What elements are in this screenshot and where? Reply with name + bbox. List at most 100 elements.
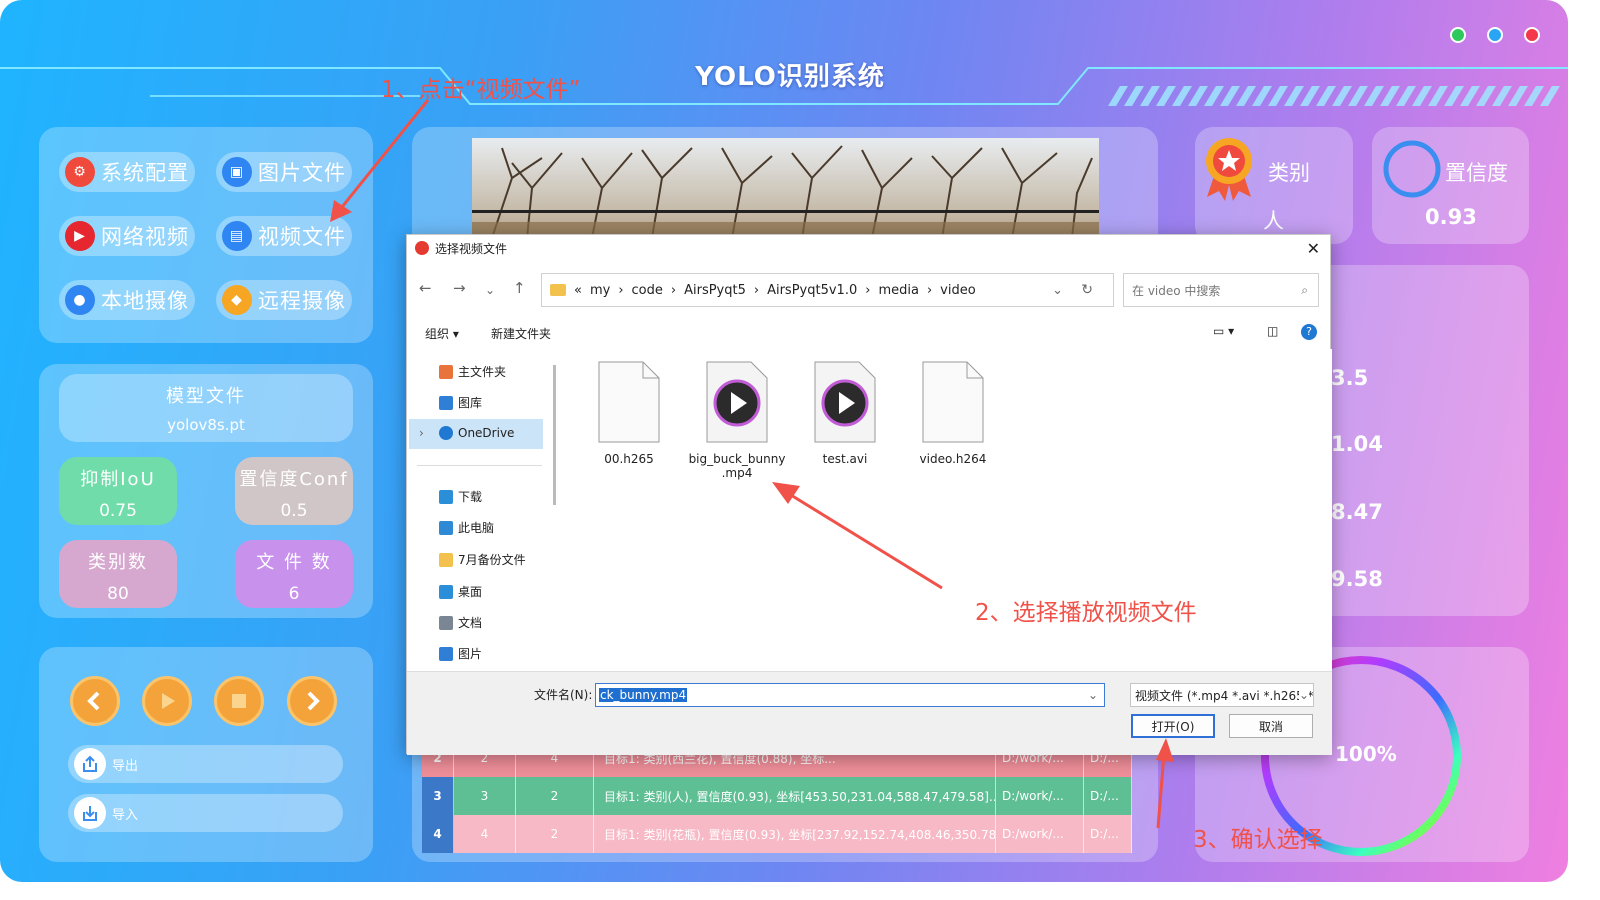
- sidebar-item-onedrive[interactable]: › OneDrive: [419, 426, 515, 440]
- camera-icon: ●: [65, 285, 95, 315]
- sidebar-item-pictures[interactable]: 图片: [439, 645, 482, 662]
- breadcrumb-item[interactable]: AirsPyqt5v1.0: [767, 283, 857, 298]
- local-camera-button[interactable]: ● 本地摄像: [59, 280, 195, 320]
- search-icon[interactable]: ⌕: [1301, 283, 1308, 298]
- filename-value: ck_bunny.mp4: [599, 688, 688, 702]
- breadcrumb-item[interactable]: code: [632, 283, 663, 298]
- sidebar-item-pc[interactable]: 此电脑: [439, 519, 494, 536]
- row-path2: D:/...: [1084, 777, 1132, 815]
- iou-tile[interactable]: 抑制IoU 0.75: [59, 457, 177, 525]
- close-icon[interactable]: [1524, 27, 1540, 43]
- file-type-select[interactable]: 视频文件 (*.mp4 *.avi *.h265 * ⌄: [1130, 683, 1314, 707]
- sidebar-item-downloads[interactable]: 下载: [439, 488, 482, 505]
- maximize-icon[interactable]: [1487, 27, 1503, 43]
- file-count-value: 6: [288, 584, 300, 604]
- annotation-step3: 3、确认选择: [1193, 827, 1323, 853]
- new-folder-button[interactable]: 新建文件夹: [491, 325, 551, 342]
- dialog-close-icon[interactable]: ✕: [1307, 239, 1320, 258]
- system-config-label: 系统配置: [101, 161, 189, 185]
- breadcrumb-item[interactable]: media: [878, 283, 919, 298]
- row-path: D:/work/...: [996, 777, 1084, 815]
- file-type-value: 视频文件 (*.mp4 *.avi *.h265 *: [1135, 688, 1314, 703]
- view-icon[interactable]: ▭ ▾: [1213, 324, 1234, 338]
- breadcrumb-sep: ›: [753, 282, 760, 298]
- sidebar-item-desktop[interactable]: 桌面: [439, 583, 482, 600]
- award-icon: [1206, 138, 1252, 201]
- file-item[interactable]: big_buck_bunny .mp4: [685, 361, 789, 480]
- breadcrumb-sep: ›: [670, 282, 677, 298]
- file-name: big_buck_bunny .mp4: [688, 452, 786, 480]
- video-file-icon: [814, 361, 876, 443]
- filter-chevron-icon[interactable]: ⌄: [1298, 688, 1309, 702]
- sidebar-label: OneDrive: [458, 426, 515, 440]
- next-button[interactable]: [287, 676, 337, 726]
- play-button[interactable]: [142, 676, 192, 726]
- breadcrumb-sep: ›: [618, 282, 624, 298]
- file-item[interactable]: video.h264: [901, 361, 1005, 466]
- open-button[interactable]: 打开(O): [1131, 714, 1215, 738]
- annotation-step2: 2、选择播放视频文件: [975, 600, 1197, 626]
- row-number: 4: [454, 815, 516, 853]
- table-row[interactable]: 4 4 2 目标1: 类别(花瓶), 置信度(0.93), 坐标[237.92,…: [422, 815, 1132, 853]
- coord-value: 9.58: [1331, 567, 1383, 591]
- sidebar-item-documents[interactable]: 文档: [439, 614, 482, 631]
- cancel-button[interactable]: 取消: [1229, 714, 1313, 738]
- stop-button[interactable]: [214, 676, 264, 726]
- file-name: video.h264: [919, 452, 987, 466]
- search-input[interactable]: 在 video 中搜索 ⌕: [1123, 273, 1319, 307]
- address-chevron-icon[interactable]: ⌄: [1052, 283, 1063, 298]
- sidebar-scrollbar[interactable]: [553, 365, 556, 505]
- conf-label: 置信度Conf: [239, 469, 349, 490]
- import-label: 导入: [112, 807, 139, 823]
- forward-arrow-icon[interactable]: →: [453, 279, 466, 297]
- youtube-icon: ▶: [65, 221, 95, 251]
- sidebar-item-gallery[interactable]: 图库: [439, 394, 482, 411]
- app-title: YOLO识别系统: [695, 62, 885, 92]
- back-arrow-icon[interactable]: ←: [419, 279, 432, 297]
- network-video-button[interactable]: ▶ 网络视频: [59, 216, 195, 256]
- sidebar-label: 此电脑: [458, 521, 495, 535]
- refresh-icon[interactable]: ↻: [1081, 282, 1093, 298]
- model-file-tile[interactable]: 模型文件 yolov8s.pt: [59, 374, 353, 442]
- row-info: 目标1: 类别(花瓶), 置信度(0.93), 坐标[237.92,152.74…: [594, 815, 996, 853]
- filename-input[interactable]: ck_bunny.mp4 ⌄: [595, 683, 1105, 707]
- sidebar-item-home[interactable]: 主文件夹: [439, 363, 506, 380]
- sidebar-label: 图片: [458, 647, 483, 661]
- history-chevron-icon[interactable]: ⌄: [485, 283, 495, 297]
- coord-value: 8.47: [1331, 500, 1383, 524]
- import-button[interactable]: 导入: [68, 794, 343, 832]
- breadcrumb-item[interactable]: AirsPyqt5: [684, 283, 746, 298]
- table-row[interactable]: 3 3 2 目标1: 类别(人), 置信度(0.93), 坐标[453.50,2…: [422, 777, 1132, 815]
- video-preview: [472, 138, 1099, 238]
- breadcrumb-item[interactable]: my: [590, 283, 610, 298]
- breadcrumb-item[interactable]: video: [940, 283, 976, 298]
- export-label: 导出: [112, 758, 139, 774]
- sidebar-label: 桌面: [458, 585, 483, 599]
- file-item[interactable]: test.avi: [793, 361, 897, 466]
- remote-camera-button[interactable]: ◆ 远程摄像: [216, 280, 352, 320]
- export-button[interactable]: 导出: [68, 745, 343, 783]
- file-item[interactable]: 00.h265: [577, 361, 681, 466]
- chevron-right-icon: [307, 691, 320, 711]
- address-bar[interactable]: « my › code › AirsPyqt5 › AirsPyqt5v1.0 …: [541, 273, 1114, 307]
- chevron-right-icon[interactable]: ›: [419, 426, 424, 440]
- system-config-button[interactable]: ⚙ 系统配置: [59, 152, 195, 192]
- help-icon[interactable]: ?: [1301, 324, 1317, 340]
- image-icon: ▣: [222, 157, 252, 187]
- breadcrumb-sep: ›: [926, 282, 933, 298]
- filename-chevron-icon[interactable]: ⌄: [1088, 688, 1098, 702]
- prev-button[interactable]: [70, 676, 120, 726]
- file-name: 00.h265: [604, 452, 654, 466]
- conf-tile[interactable]: 置信度Conf 0.5: [235, 457, 353, 525]
- minimize-icon[interactable]: [1450, 27, 1466, 43]
- home-icon: [439, 364, 453, 379]
- preview-pane-icon[interactable]: ◫: [1267, 324, 1278, 338]
- app-logo-icon: [415, 241, 429, 255]
- sidebar-item-backup[interactable]: 7月备份文件: [439, 551, 526, 568]
- arrow-step3: [1156, 738, 1174, 829]
- ring-icon: [1383, 140, 1441, 198]
- row-info: 目标1: 类别(人), 置信度(0.93), 坐标[453.50,231.04,…: [594, 777, 996, 815]
- dialog-title: 选择视频文件: [435, 241, 508, 256]
- organize-menu[interactable]: 组织 ▾: [425, 325, 459, 342]
- up-arrow-icon[interactable]: ↑: [513, 279, 526, 297]
